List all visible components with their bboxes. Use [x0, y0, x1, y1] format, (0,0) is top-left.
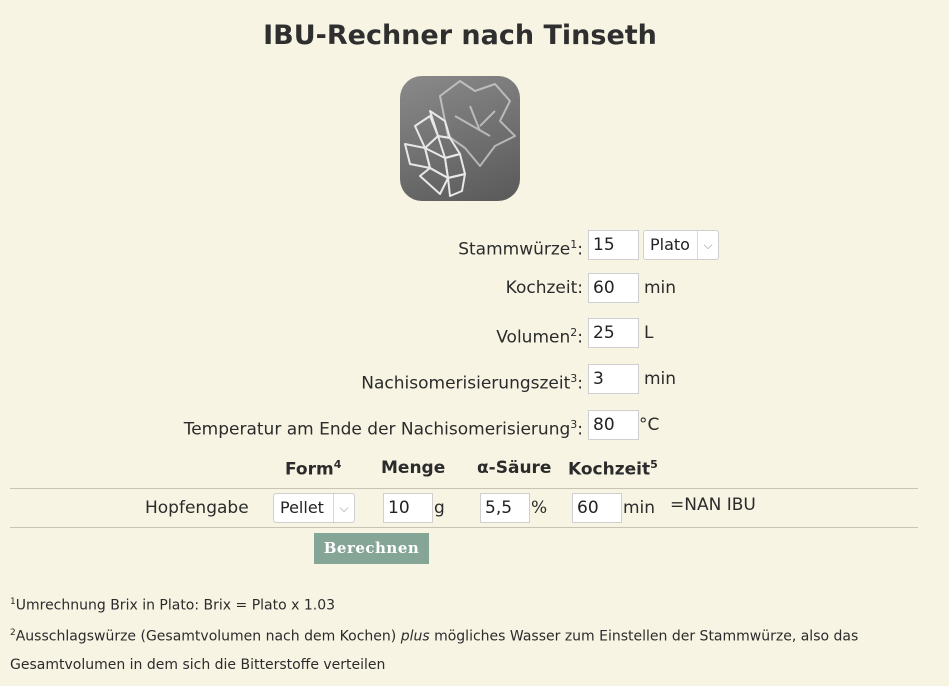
hop-alpha-unit: %: [531, 498, 548, 518]
header-kochzeit: Kochzeit5: [568, 458, 658, 480]
header-form: Form4: [285, 458, 342, 480]
table-row: Hopfengabe Pellet ⌵ g % min =NAN IBU: [0, 493, 949, 523]
hopfengabe-label: Hopfengabe: [145, 498, 249, 518]
stammwuerze-label: Stammwürze1:: [458, 238, 583, 260]
temperatur-input[interactable]: [588, 410, 639, 440]
nachiso-zeit-unit: min: [644, 369, 677, 389]
table-divider-top: [10, 488, 918, 489]
footnote-2: 2Ausschlagswürze (Gesamtvolumen nach dem…: [10, 628, 859, 645]
volumen-unit: L: [644, 323, 654, 343]
hop-kochzeit-unit: min: [623, 498, 656, 518]
kochzeit-label: Kochzeit:: [505, 278, 583, 298]
nachiso-zeit-input[interactable]: [588, 364, 639, 394]
kochzeit-unit: min: [644, 278, 677, 298]
header-alpha: α-Säure: [477, 458, 552, 478]
footnote-1: 1Umrechnung Brix in Plato: Brix = Plato …: [10, 597, 336, 614]
kochzeit-input[interactable]: [588, 273, 639, 303]
footnote-2-continued: Gesamtvolumen in dem sich die Bitterstof…: [10, 657, 386, 673]
hop-menge-input[interactable]: [383, 493, 433, 523]
volumen-label: Volumen2:: [496, 326, 583, 348]
row-temperatur: Temperatur am Ende der Nachisomerisierun…: [0, 410, 949, 440]
stammwuerze-input[interactable]: [588, 230, 639, 260]
nachiso-zeit-label: Nachisomerisierungszeit3:: [361, 372, 583, 394]
hop-form-select[interactable]: Pellet ⌵: [273, 493, 355, 523]
row-volumen: Volumen2: L: [0, 318, 949, 348]
chevron-down-icon: ⌵: [697, 231, 718, 259]
temperatur-unit: °C: [639, 415, 660, 435]
hop-alpha-input[interactable]: [480, 493, 530, 523]
row-stammwuerze: Stammwürze1: Plato ⌵: [0, 230, 949, 260]
row-nachiso-zeit: Nachisomerisierungszeit3: min: [0, 364, 949, 394]
hop-form-value: Pellet: [280, 498, 324, 517]
table-divider-bottom: [10, 527, 918, 528]
hop-menge-unit: g: [434, 498, 445, 518]
temperatur-label: Temperatur am Ende der Nachisomerisierun…: [183, 418, 583, 440]
hop-kochzeit-input[interactable]: [572, 493, 622, 523]
chevron-down-icon: ⌵: [333, 494, 354, 522]
header-menge: Menge: [381, 458, 446, 478]
page-title: IBU-Rechner nach Tinseth: [263, 20, 657, 51]
stammwuerze-unit-value: Plato: [650, 235, 690, 254]
calculate-button[interactable]: Berechnen: [314, 533, 429, 564]
ibu-result: =NAN IBU: [670, 495, 756, 515]
stammwuerze-unit-select[interactable]: Plato ⌵: [643, 230, 719, 260]
row-kochzeit: Kochzeit: min: [0, 273, 949, 303]
hop-cone-icon: [400, 76, 520, 201]
volumen-input[interactable]: [588, 318, 639, 348]
